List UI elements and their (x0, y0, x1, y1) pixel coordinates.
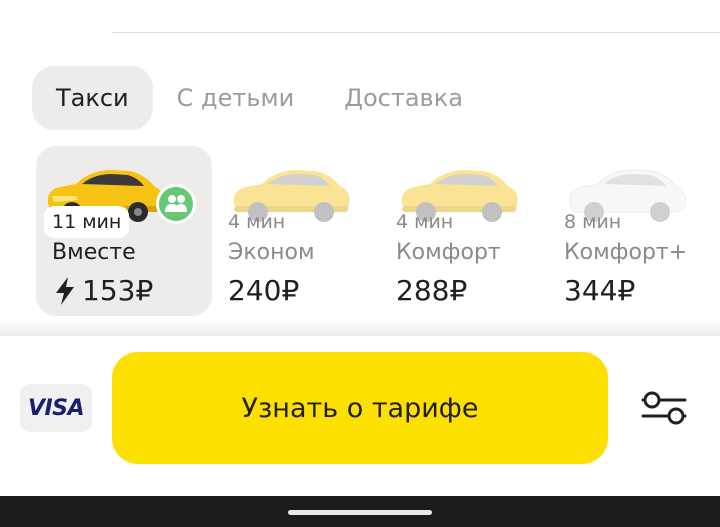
tariff-info-button[interactable]: Узнать о тарифе (112, 352, 608, 464)
tariff-card-comfort-plus[interactable]: 8 мин Комфорт+ 344₽ (564, 146, 720, 316)
tariff-name: Комфорт (396, 240, 501, 265)
eta-badge: 11 мин (44, 206, 130, 238)
bolt-icon (56, 276, 74, 305)
tariff-price: 288₽ (396, 274, 468, 307)
tariff-name: Комфорт+ (564, 240, 688, 265)
payment-method-button[interactable]: VISA (20, 384, 92, 432)
order-panel: VISA Узнать о тарифе (0, 336, 720, 496)
home-indicator[interactable] (288, 510, 432, 515)
eta-badge: 8 мин (564, 211, 622, 233)
tariff-name: Эконом (228, 240, 315, 265)
tab-delivery[interactable]: Доставка (320, 66, 487, 130)
eta-badge: 4 мин (396, 211, 454, 233)
tariff-name: Вместе (52, 240, 136, 265)
tariff-card-comfort[interactable]: 4 мин Комфорт 288₽ (396, 146, 572, 316)
tariff-price: 344₽ (564, 274, 636, 307)
sliders-icon (641, 391, 687, 425)
top-divider (112, 32, 720, 33)
tariff-card-econom[interactable]: 4 мин Эконом 240₽ (228, 146, 404, 316)
system-navigation-bar (0, 496, 720, 527)
options-button[interactable] (636, 384, 692, 432)
tariff-list: 11 мин Вместе 153₽ 4 мин Эконом 240₽ 4 м… (36, 146, 720, 316)
category-tabs: Такси С детьми Доставка (32, 66, 487, 130)
tariff-card-vmeste[interactable]: 11 мин Вместе 153₽ (36, 146, 212, 316)
group-icon (156, 184, 196, 224)
eta-badge: 4 мин (228, 211, 286, 233)
tab-taxi[interactable]: Такси (32, 66, 153, 130)
tab-with-kids[interactable]: С детьми (153, 66, 319, 130)
tariff-price: 153₽ (52, 274, 153, 307)
visa-logo: VISA (27, 395, 85, 421)
tariff-price: 240₽ (228, 274, 300, 307)
